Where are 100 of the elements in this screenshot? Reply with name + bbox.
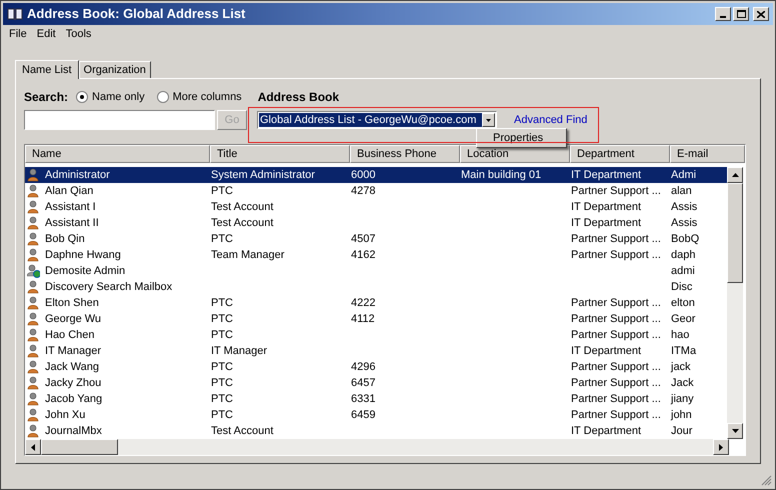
scroll-down-button[interactable]: [727, 423, 743, 439]
vertical-scrollbar[interactable]: [727, 167, 743, 439]
person-icon: [27, 392, 40, 406]
table-cell-text: 4112: [351, 312, 375, 327]
tab[interactable]: Organization: [78, 61, 151, 78]
table-cell-text: Partner Support ...: [571, 376, 661, 391]
table-cell-text: IT Manager: [45, 344, 102, 359]
table-cell-text: elton: [671, 296, 695, 311]
table-cell-text: System Administrator: [211, 168, 315, 183]
radio-button[interactable]: [76, 91, 88, 103]
table-cell-text: Assis: [671, 200, 698, 215]
person-icon: [27, 168, 40, 182]
person-icon: [27, 408, 40, 422]
tab[interactable]: Name List: [15, 60, 79, 79]
contact-row[interactable]: Daphne Hwang Team Manager 4162 Partner Support ... daph: [25, 247, 728, 263]
table-cell-text: daph: [671, 248, 696, 263]
table-cell-text: Jacky Zhou: [45, 376, 102, 391]
address-book-dropdown[interactable]: Global Address List - GeorgeWu@pcoe.com: [257, 111, 497, 129]
person-icon: [27, 360, 40, 374]
column-header[interactable]: Department: [570, 145, 670, 163]
table-cell-text: Partner Support ...: [571, 408, 661, 423]
table-cell-text: IT Department: [571, 216, 642, 231]
maximize-button[interactable]: [733, 7, 749, 21]
contact-row[interactable]: George Wu PTC 4112 Partner Support ... Geor: [25, 311, 728, 327]
table-cell-text: Geor: [671, 312, 696, 327]
contact-row[interactable]: Jacob Yang PTC 6331 Partner Support ... jiany: [25, 391, 728, 407]
search-field[interactable]: [24, 110, 215, 130]
close-icon: [757, 10, 765, 18]
table-cell-text: PTC: [211, 328, 233, 343]
table-cell-text: PTC: [211, 312, 233, 327]
person-icon: [27, 328, 40, 342]
up-arrow-icon: [732, 173, 738, 177]
table-cell-text: PTC: [211, 296, 233, 311]
window-title: Address Book: Global Address List: [27, 5, 246, 24]
radio-option[interactable]: More columns: [156, 88, 242, 106]
table-cell-text: Team Manager: [211, 248, 284, 263]
table-cell-text: IT Department: [571, 168, 642, 183]
column-header[interactable]: Business Phone: [350, 145, 460, 163]
contact-row[interactable]: IT Manager IT Manager IT Department ITMa: [25, 343, 728, 359]
scroll-right-button[interactable]: [713, 439, 729, 455]
table-cell-text: Test Account: [211, 424, 274, 439]
table-cell-text: Jack: [671, 376, 694, 391]
contact-row[interactable]: Alan Qian PTC 4278 Partner Support ... alan: [25, 183, 728, 199]
contact-row[interactable]: Discovery Search Mailbox Disc: [25, 279, 728, 295]
table-cell-text: Main building 01: [461, 168, 542, 183]
contact-row[interactable]: Jacky Zhou PTC 6457 Partner Support ... Jack: [25, 375, 728, 391]
person-globe-icon: [27, 264, 40, 278]
person-icon: [27, 344, 40, 358]
table-cell-text: Assis: [671, 216, 698, 231]
menu-item[interactable]: File: [5, 26, 31, 42]
contact-row[interactable]: Assistant I Test Account IT Department Assis: [25, 199, 728, 215]
column-header[interactable]: Title: [210, 145, 350, 163]
table-cell-text: George Wu: [45, 312, 102, 327]
table-cell-text: Disc: [671, 280, 692, 295]
right-arrow-icon: [719, 444, 723, 450]
menu-item[interactable]: Edit: [32, 26, 60, 42]
radio-option[interactable]: Name only: [76, 88, 145, 106]
contact-row[interactable]: JournalMbx Test Account IT Department Jour: [25, 423, 728, 439]
advanced-find-link[interactable]: Advanced Find: [514, 112, 588, 128]
column-header[interactable]: E-mail: [670, 145, 745, 163]
contact-row[interactable]: Hao Chen PTC Partner Support ... hao: [25, 327, 728, 343]
menu-item[interactable]: Properties: [493, 130, 566, 146]
table-cell-text: Partner Support ...: [571, 328, 661, 343]
person-icon: [27, 232, 40, 246]
minimize-button[interactable]: [715, 7, 731, 21]
left-arrow-icon: [31, 444, 35, 450]
book-icon: [7, 7, 23, 21]
table-cell-text: BobQ: [671, 232, 700, 247]
table-cell-text: PTC: [211, 360, 233, 375]
menu-item[interactable]: Tools: [62, 26, 96, 42]
column-header[interactable]: Name: [25, 145, 210, 163]
table-cell-text: 6459: [351, 408, 376, 423]
table-cell-text: PTC: [211, 376, 233, 391]
table-cell-text: JournalMbx: [45, 424, 102, 439]
person-icon: [27, 424, 40, 438]
table-cell-text: alan: [671, 184, 692, 199]
contact-row[interactable]: Elton Shen PTC 4222 Partner Support ... elton: [25, 295, 728, 311]
scroll-up-button[interactable]: [727, 167, 743, 183]
horizontal-scroll-thumb[interactable]: [41, 439, 118, 455]
radio-button[interactable]: [156, 91, 169, 103]
contact-row[interactable]: John Xu PTC 6459 Partner Support ... john: [25, 407, 728, 423]
table-cell-text: 6000: [351, 168, 376, 183]
contact-row[interactable]: Demosite Admin admi: [25, 263, 728, 279]
contact-row[interactable]: Assistant II Test Account IT Department Assis: [25, 215, 728, 231]
close-button[interactable]: [753, 7, 769, 21]
search-label: Search:: [24, 89, 68, 106]
horizontal-scrollbar[interactable]: [25, 439, 729, 455]
table-cell-text: PTC: [211, 184, 233, 199]
contact-row[interactable]: Bob Qin PTC 4507 Partner Support ... BobQ: [25, 231, 728, 247]
scroll-thumb[interactable]: [727, 183, 743, 283]
caret-icon: [486, 118, 491, 122]
contact-row[interactable]: Administrator System Administrator 6000 Main building 01 IT Department Admi: [25, 167, 728, 183]
table-cell-text: Alan Qian: [45, 184, 94, 199]
contact-row[interactable]: Jack Wang PTC 4296 Partner Support ... jack: [25, 359, 728, 375]
table-cell-text: Jour: [671, 424, 692, 439]
dropdown-arrow-button[interactable]: [482, 113, 495, 127]
table-cell-text: PTC: [211, 392, 233, 407]
scroll-left-button[interactable]: [25, 439, 41, 455]
table-cell-text: Hao Chen: [45, 328, 95, 343]
table-cell-text: IT Department: [571, 200, 642, 215]
